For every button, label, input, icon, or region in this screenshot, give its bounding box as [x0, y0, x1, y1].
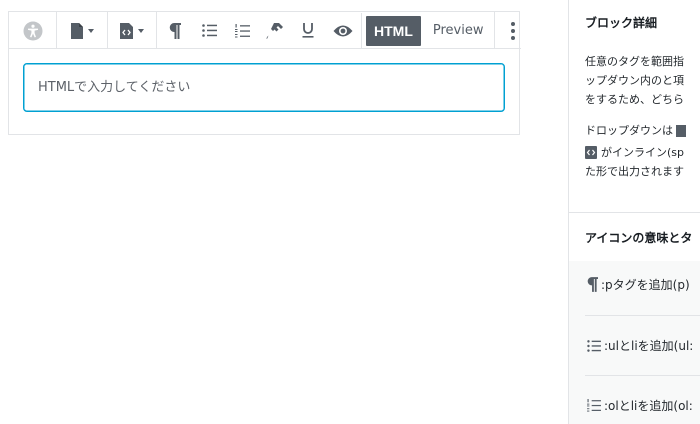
- dropdown-description-text: がインライン(sp: [601, 146, 685, 159]
- icon-meaning-text: :ulとliを追加(ul:: [604, 339, 694, 353]
- pilcrow-icon: [587, 277, 598, 292]
- html-block[interactable]: HTML Preview: [8, 11, 521, 135]
- toolbar-group-more: [493, 12, 531, 49]
- row-divider: [585, 315, 700, 316]
- block-toolbar: HTML Preview: [9, 12, 521, 49]
- editor-screen: HTML Preview ブロック詳細 任意のタグを範囲指 ップダウン内のと項: [0, 0, 700, 424]
- document-icon: [70, 22, 83, 39]
- hammer-icon: [266, 22, 283, 39]
- inline-tag-dropdown[interactable]: [108, 13, 156, 49]
- kebab-menu-icon: [510, 21, 515, 40]
- unordered-list-button[interactable]: [192, 13, 226, 49]
- code-file-icon: [585, 146, 597, 159]
- clear-format-button[interactable]: [258, 13, 292, 49]
- code-file-icon: [120, 22, 133, 39]
- accessibility-button[interactable]: [9, 13, 56, 49]
- pilcrow-icon: [169, 22, 181, 39]
- document-icon: [676, 125, 686, 137]
- unordered-list-icon: [201, 24, 217, 37]
- chevron-down-icon: [138, 28, 144, 33]
- dropdown-description: ドロップダウンは: [585, 121, 686, 140]
- icon-meaning-text: :pタグを追加(p): [601, 278, 690, 292]
- toolbar-group-block-tag: [57, 12, 108, 49]
- block-tag-dropdown[interactable]: [57, 13, 107, 49]
- preview-mode-button[interactable]: Preview: [423, 16, 494, 46]
- block-details-title: ブロック詳細: [585, 16, 658, 30]
- block-details-line: 任意のタグを範囲指: [585, 55, 684, 68]
- block-details-line: をするため、どちら: [585, 93, 684, 106]
- unordered-list-icon: [587, 339, 601, 352]
- ordered-list-icon: [234, 23, 250, 37]
- dropdown-description-text: た形で出力されます: [585, 165, 684, 178]
- more-options-button[interactable]: [495, 13, 531, 49]
- paragraph-button[interactable]: [157, 13, 192, 49]
- icon-meaning-item: :olとliを追加(ol:: [587, 397, 693, 414]
- row-divider: [585, 375, 700, 376]
- underline-icon: [302, 23, 314, 38]
- toolbar-group-accessibility: [9, 12, 57, 49]
- html-input[interactable]: [23, 63, 505, 112]
- dropdown-description: がインライン(sp: [585, 143, 684, 162]
- html-mode-button[interactable]: HTML: [366, 15, 421, 46]
- toolbar-group-format: HTML Preview: [157, 12, 494, 49]
- settings-sidebar: ブロック詳細 任意のタグを範囲指 ップダウン内のと項 をするため、どちら ドロッ…: [568, 0, 700, 424]
- dropdown-description-text: ドロップダウンは: [585, 124, 673, 137]
- ordered-list-button[interactable]: [226, 13, 258, 49]
- eye-icon: [333, 25, 352, 36]
- ordered-list-icon: [587, 399, 601, 412]
- icon-meaning-panel-toggle[interactable]: アイコンの意味とタ: [569, 213, 700, 261]
- accessibility-icon: [23, 21, 42, 40]
- chevron-down-icon: [87, 28, 94, 33]
- icon-meaning-item: :pタグを追加(p): [587, 276, 690, 293]
- icon-meaning-panel-title: アイコンの意味とタ: [585, 231, 693, 245]
- icon-meaning-item: :ulとliを追加(ul:: [587, 337, 693, 354]
- toolbar-group-inline-tag: [108, 12, 157, 49]
- block-details-line: ップダウン内のと項: [585, 74, 684, 87]
- visibility-button[interactable]: [324, 12, 362, 49]
- underline-button[interactable]: [292, 13, 324, 49]
- icon-meaning-text: :olとliを追加(ol:: [604, 399, 693, 413]
